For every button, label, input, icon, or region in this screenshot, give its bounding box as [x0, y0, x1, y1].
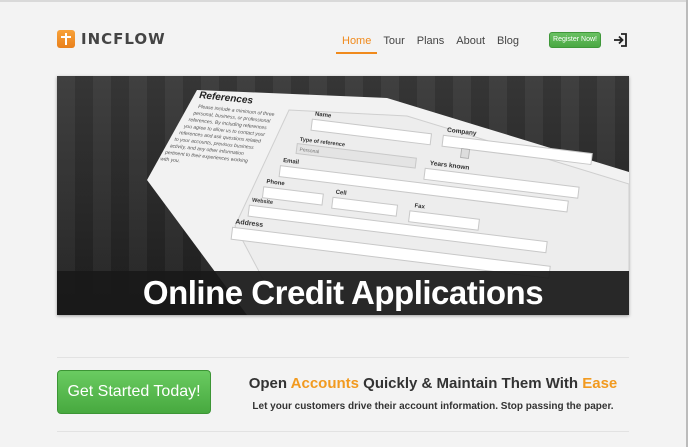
logo-text: INCFLOW	[81, 30, 166, 48]
nav-plans[interactable]: Plans	[411, 33, 451, 54]
tagline: Open Accounts Quickly & Maintain Them Wi…	[235, 375, 631, 392]
hero-banner: References Please include a minimum of t…	[57, 76, 629, 315]
tagline-accounts: Accounts	[290, 375, 359, 392]
tagline-open: Open	[248, 375, 291, 392]
divider-bottom	[57, 431, 629, 432]
nav-about[interactable]: About	[450, 33, 491, 54]
get-started-button[interactable]: Get Started Today!	[57, 370, 211, 414]
logo-icon	[57, 30, 75, 48]
main-nav: Home Tour Plans About Blog	[336, 33, 525, 54]
hero-caption: Online Credit Applications	[57, 271, 629, 315]
tagline-mid: Quickly & Maintain Them With	[359, 375, 583, 392]
site-header: INCFLOW Home Tour Plans About Blog Regis…	[0, 0, 688, 70]
register-button[interactable]: Register Now!	[549, 32, 601, 48]
select-chevron-icon	[460, 148, 471, 159]
nav-blog[interactable]: Blog	[491, 33, 525, 54]
divider-top	[57, 357, 629, 358]
logo[interactable]: INCFLOW	[57, 29, 166, 49]
nav-tour[interactable]: Tour	[377, 33, 410, 54]
sign-in-icon[interactable]	[613, 33, 627, 47]
nav-home[interactable]: Home	[336, 33, 378, 54]
tagline-ease: Ease	[582, 375, 618, 392]
subline: Let your customers drive their account i…	[252, 401, 614, 412]
